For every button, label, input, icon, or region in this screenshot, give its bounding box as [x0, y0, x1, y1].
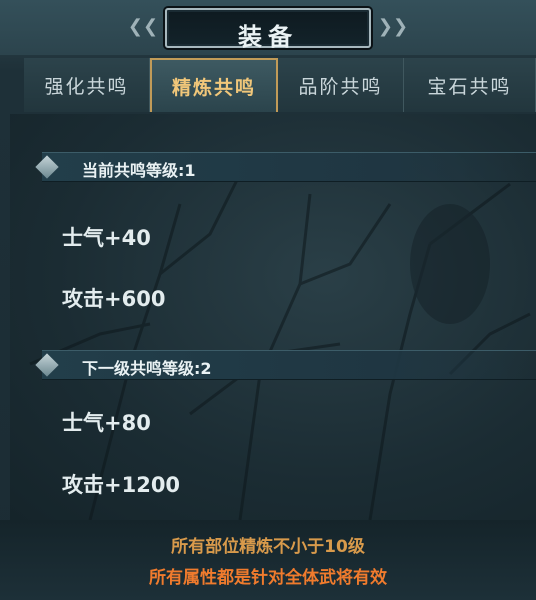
next-stat-morale: 士气+80: [62, 411, 151, 435]
requirement-text: 所有部位精炼不小于10级: [171, 537, 365, 557]
title-plate: 装备: [165, 8, 371, 51]
ornament-left-icon: ❮❮: [127, 16, 159, 37]
next-level-label: 下一级共鸣等级:2: [82, 359, 212, 378]
panel-title: 装备: [238, 23, 298, 51]
tab-strengthen-resonance[interactable]: 强化共鸣: [24, 58, 150, 112]
resonance-panel: ❮❮ 装备 ❯❯ 强化共鸣 精炼共鸣 品阶共鸣 宝石共鸣 当前共鸣等级:1 士气…: [0, 0, 536, 600]
ornament-right-icon: ❯❯: [377, 16, 409, 37]
content-area: 当前共鸣等级:1 士气+40 攻击+600 下一级共鸣等级:2 士气+80 攻击…: [10, 114, 536, 520]
tab-refine-resonance[interactable]: 精炼共鸣: [150, 58, 278, 112]
scope-note-text: 所有属性都是针对全体武将有效: [149, 568, 387, 588]
current-level-bar: 当前共鸣等级:1: [35, 152, 536, 182]
next-stat-attack: 攻击+1200: [62, 473, 181, 497]
current-level-label: 当前共鸣等级:1: [82, 161, 196, 180]
next-level-bar: 下一级共鸣等级:2: [35, 350, 536, 380]
current-stat-attack: 攻击+600: [62, 287, 166, 311]
tab-bar: 强化共鸣 精炼共鸣 品阶共鸣 宝石共鸣: [24, 58, 536, 112]
current-stat-morale: 士气+40: [62, 226, 151, 250]
footer: 所有部位精炼不小于10级 所有属性都是针对全体武将有效: [0, 520, 536, 600]
panel-header: ❮❮ 装备 ❯❯: [0, 0, 536, 55]
tab-gem-resonance[interactable]: 宝石共鸣: [404, 58, 536, 112]
tab-rank-resonance[interactable]: 品阶共鸣: [278, 58, 404, 112]
